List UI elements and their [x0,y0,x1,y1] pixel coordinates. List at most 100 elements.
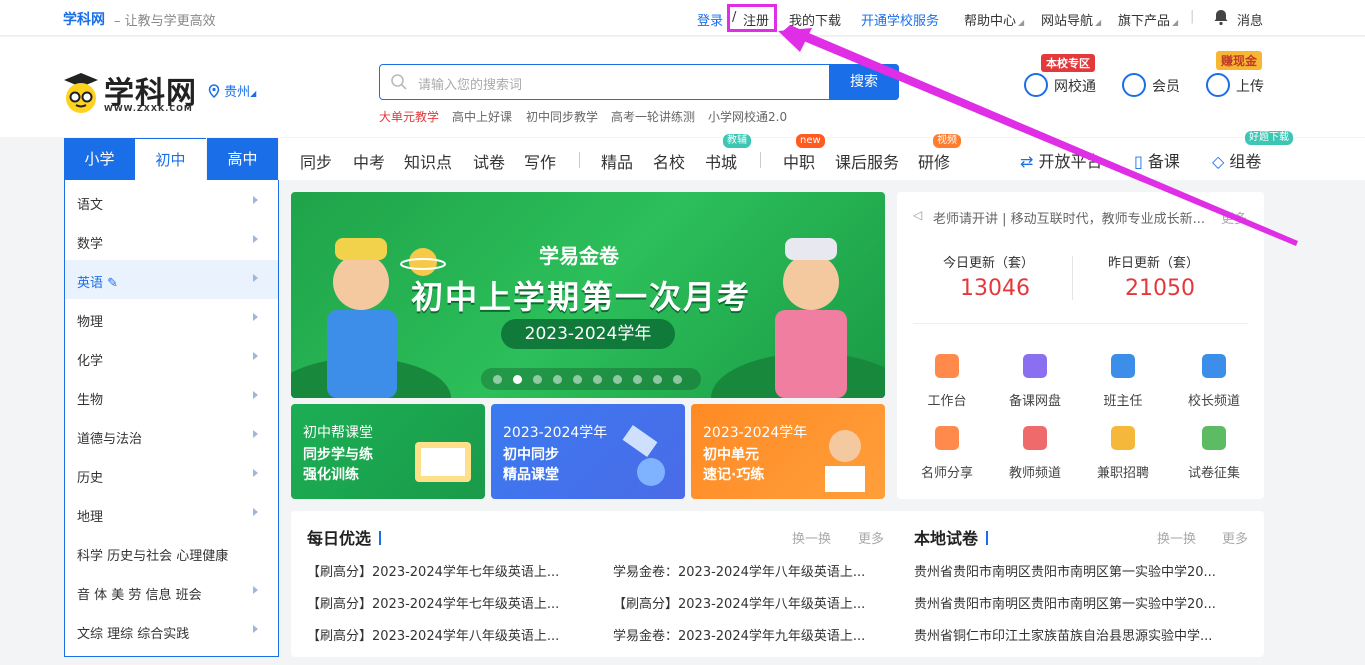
subject-physics[interactable]: 物理 [65,299,278,338]
nav-vocational[interactable]: 中职 [783,149,815,173]
main-banner[interactable]: 学易金卷 初中上学期第一次月考 2023-2024学年 [291,192,885,398]
daily-item[interactable]: 学易金卷：2023-2024学年八年级英语上... [613,561,883,580]
school-service-link[interactable]: 开通学校服务 [861,10,939,29]
hot-search-3[interactable]: 初中同步教学 [526,108,598,125]
nav-papers[interactable]: 试卷 [473,149,505,173]
nav-bookstore[interactable]: 书城 [705,149,737,173]
nav-divider [760,152,761,168]
subject-arts-group[interactable]: 音 体 美 劳 信息 班会 [65,572,278,611]
nav-sync[interactable]: 同步 [300,149,332,173]
daily-item[interactable]: 【刷高分】2023-2024学年八年级英语上... [613,593,883,612]
subject-biology[interactable]: 生物 [65,377,278,416]
hot-search-1[interactable]: 大单元教学 [379,108,439,125]
help-center-link[interactable]: 帮助中心 ◢ [964,10,1024,29]
carousel-dot[interactable] [553,375,562,384]
search-input[interactable]: 请输入您的搜索词 [418,74,522,93]
nav-writing[interactable]: 写作 [524,149,556,173]
local-paper-item[interactable]: 贵州省贵阳市南明区贵阳市南明区第一实验中学20... [914,593,1244,612]
nav-knowledge[interactable]: 知识点 [404,149,452,173]
tool-famous-teacher[interactable]: 名师分享 [907,426,987,481]
subject-comprehensive-group[interactable]: 文综 理综 综合实践 [65,611,278,650]
tool-part-time[interactable]: 兼职招聘 [1083,426,1163,481]
subject-history[interactable]: 历史 [65,455,278,494]
carousel-dot[interactable] [533,375,542,384]
nav-after-school[interactable]: 课后服务 [835,149,899,173]
tool-principal[interactable]: 校长频道 [1174,354,1254,409]
hot-search-2[interactable]: 高中上好课 [452,108,512,125]
daily-item[interactable]: 学易金卷：2023-2024学年九年级英语上... [613,625,883,644]
arrow-right-icon [253,274,258,282]
member-link[interactable]: 会员 [1152,76,1180,96]
products-link[interactable]: 旗下产品 ◢ [1118,10,1178,29]
school-link[interactable]: 网校通 [1054,76,1096,96]
bell-icon[interactable] [1212,8,1230,26]
subject-chemistry[interactable]: 化学 [65,338,278,377]
carousel-dot[interactable] [633,375,642,384]
today-updates-label: 今日更新（套） [943,256,1035,271]
daily-item[interactable]: 【刷高分】2023-2024学年八年级英语上... [307,625,577,644]
grade-tab-junior[interactable]: 初中 [135,138,206,180]
local-swap-link[interactable]: 换一换 [1157,528,1196,547]
hot-search-4[interactable]: 高考一轮讲练测 [611,108,695,125]
card-line: 2023-2024学年 [703,425,808,441]
cloud-drive-icon [1023,354,1047,378]
subject-science-group[interactable]: 科学 历史与社会 心理健康 [65,533,278,572]
help-center-label: 帮助中心 [964,14,1017,29]
cube-icon: ◇ [1212,152,1225,171]
prepare-lesson-link[interactable]: ▯ 备课 [1134,148,1180,172]
carousel-dot[interactable] [593,375,602,384]
edit-icon: ✎ [107,276,119,291]
site-logo[interactable]: 学科网 WWW.ZXXK.COM [62,68,202,116]
carousel-dot[interactable] [613,375,622,384]
tool-cloud-drive[interactable]: 备课网盘 [995,354,1075,409]
daily-more-link[interactable]: 更多 [858,528,884,547]
part-time-icon [1111,426,1135,450]
open-platform-link[interactable]: ⇄ 开放平台 [1020,148,1103,172]
subject-chinese[interactable]: 语文 [65,182,278,221]
upload-link[interactable]: 上传 [1236,76,1264,96]
carousel-dot[interactable] [573,375,582,384]
student-character-icon [825,430,865,492]
tool-label: 班主任 [1103,394,1143,409]
my-downloads-link[interactable]: 我的下载 [789,10,841,29]
promo-card-sync-premium[interactable]: 2023-2024学年 初中同步 精品课堂 [491,404,685,499]
grade-tab-senior[interactable]: 高中 [207,138,278,180]
tool-class-teacher[interactable]: 班主任 [1083,354,1163,409]
subject-english[interactable]: 英语 ✎ [65,260,278,299]
subject-morality-law[interactable]: 道德与法治 [65,416,278,455]
tool-paper-collection[interactable]: 试卷征集 [1174,426,1254,481]
local-paper-item[interactable]: 贵州省贵阳市南明区贵阳市南明区第一实验中学20... [914,561,1244,580]
tool-workbench[interactable]: 工作台 [907,354,987,409]
promo-card-unit-memory[interactable]: 2023-2024学年 初中单元 速记·巧练 [691,404,885,499]
local-paper-item[interactable]: 贵州省铜仁市印江土家族苗族自治县思源实验中学... [914,625,1244,644]
search-button[interactable]: 搜索 [829,64,899,100]
nav-premium[interactable]: 精品 [601,149,633,173]
grade-tab-primary[interactable]: 小学 [64,138,135,180]
nav-training[interactable]: 研修 [918,149,950,173]
notice-more-link[interactable]: 更多 [1221,208,1247,227]
recommend-lists: 每日优选 换一换 更多 【刷高分】2023-2024学年七年级英语上... 【刷… [291,511,1264,657]
nav-famous-schools[interactable]: 名校 [653,149,685,173]
messages-link[interactable]: 消息 [1237,10,1263,29]
daily-item[interactable]: 【刷高分】2023-2024学年七年级英语上... [307,561,577,580]
hot-search-5[interactable]: 小学网校通2.0 [708,108,787,125]
carousel-dot[interactable] [653,375,662,384]
location-selector[interactable]: 贵州◢ [208,81,256,100]
brand-name[interactable]: 学科网 [63,9,105,29]
arrow-right-icon [253,625,258,633]
subject-geography[interactable]: 地理 [65,494,278,533]
carousel-dot[interactable] [673,375,682,384]
daily-item[interactable]: 【刷高分】2023-2024学年七年级英语上... [307,593,577,612]
login-link[interactable]: 登录 [697,10,723,29]
site-nav-link[interactable]: 网站导航 ◢ [1041,10,1101,29]
promo-card-help-class[interactable]: 初中帮课堂 同步学与练 强化训练 [291,404,485,499]
subject-math[interactable]: 数学 [65,221,278,260]
carousel-dot-active[interactable] [513,375,522,384]
tool-teacher-channel[interactable]: 教师频道 [995,426,1075,481]
daily-swap-link[interactable]: 换一换 [792,528,831,547]
notice-text[interactable]: 老师请开讲 | 移动互联时代，教师专业成长新... [933,208,1223,227]
carousel-dot[interactable] [493,375,502,384]
compose-paper-link[interactable]: ◇ 组卷 [1212,148,1261,172]
local-more-link[interactable]: 更多 [1222,528,1248,547]
nav-zhongkao[interactable]: 中考 [353,149,385,173]
